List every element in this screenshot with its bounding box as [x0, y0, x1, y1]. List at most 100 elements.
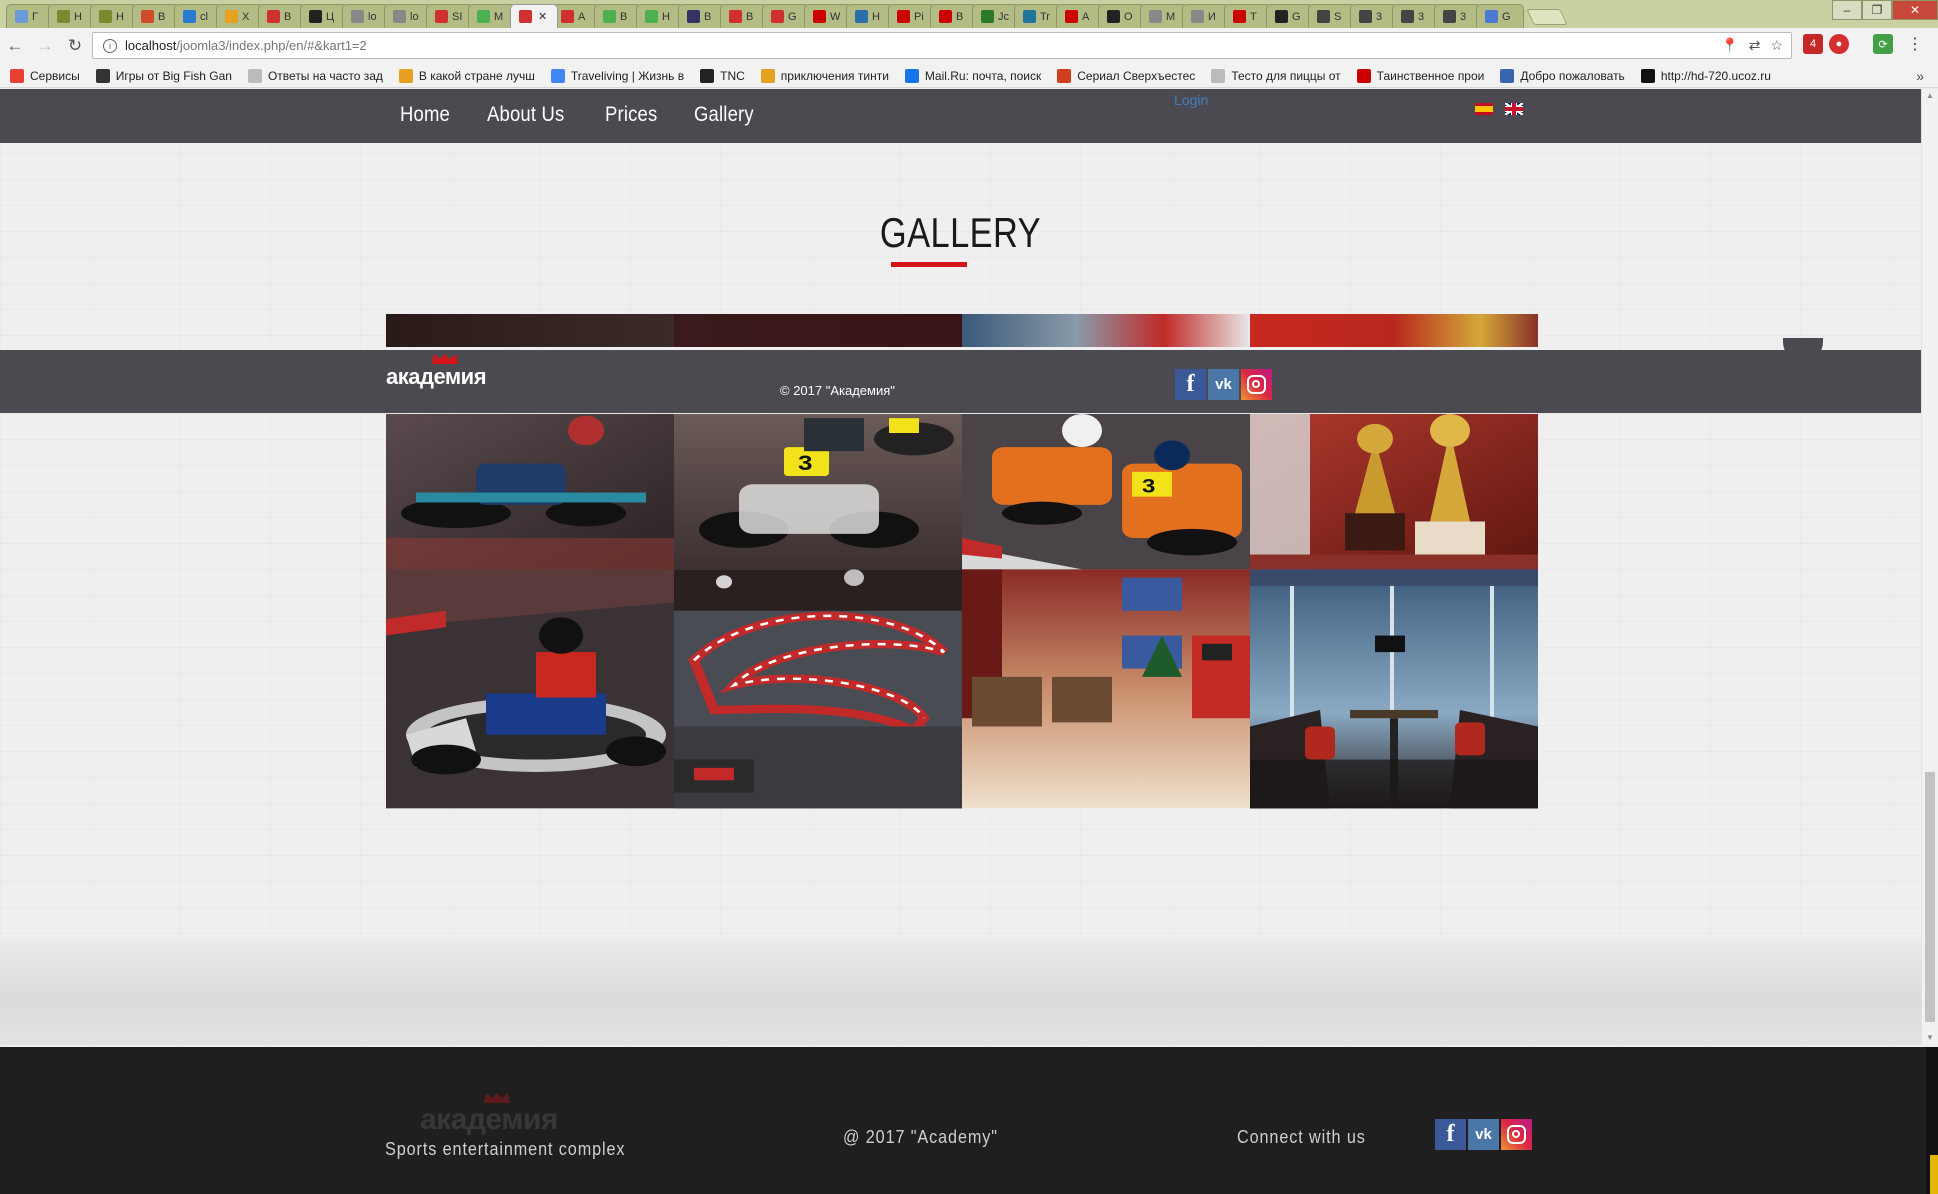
- browser-tab[interactable]: 3: [1392, 4, 1440, 28]
- footer-vk-icon[interactable]: vk: [1468, 1119, 1499, 1150]
- bookmark-item[interactable]: Таинственное прои: [1356, 68, 1484, 83]
- gallery-photo-8[interactable]: [1250, 569, 1538, 809]
- gallery-photo-2[interactable]: 3: [674, 414, 962, 570]
- login-link[interactable]: Login: [1174, 92, 1208, 108]
- browser-tab[interactable]: G: [762, 4, 810, 28]
- browser-tab[interactable]: 3: [1350, 4, 1398, 28]
- gallery-strip-photo-2[interactable]: [674, 314, 962, 347]
- browser-tab[interactable]: В: [258, 4, 306, 28]
- browser-tab[interactable]: Tr: [1014, 4, 1062, 28]
- browser-tab[interactable]: B: [678, 4, 726, 28]
- bookmark-star-icon[interactable]: ☆: [1770, 37, 1783, 54]
- scroll-top-tab[interactable]: [1783, 338, 1823, 362]
- scroll-down-icon[interactable]: ▼: [1926, 1033, 1934, 1042]
- nav-about-us[interactable]: About Us: [487, 103, 564, 127]
- nav-home[interactable]: Home: [400, 103, 450, 127]
- browser-tab[interactable]: SI: [426, 4, 474, 28]
- instagram-icon[interactable]: [1241, 369, 1272, 400]
- bookmark-item[interactable]: Тесто для пиццы от: [1211, 68, 1341, 83]
- browser-tab[interactable]: H: [636, 4, 684, 28]
- bookmark-item[interactable]: Mail.Ru: почта, поиск: [904, 68, 1041, 83]
- nav-prices[interactable]: Prices: [605, 103, 657, 127]
- browser-tab[interactable]: G: [1476, 4, 1524, 28]
- footer-instagram-icon[interactable]: [1501, 1119, 1532, 1150]
- menu-dots-icon[interactable]: ⋮: [1905, 34, 1925, 54]
- tab-favicon-icon: [1317, 10, 1330, 23]
- footer-facebook-icon[interactable]: f: [1435, 1119, 1466, 1150]
- browser-tab[interactable]: M: [468, 4, 516, 28]
- gallery-photo-6[interactable]: [674, 569, 962, 809]
- bookmark-item[interactable]: Traveliving | Жизнь в: [550, 68, 684, 83]
- bookmark-item[interactable]: Сериал Сверхъестес: [1057, 68, 1195, 83]
- browser-tab[interactable]: B: [720, 4, 768, 28]
- scroll-up-icon[interactable]: ▲: [1926, 91, 1934, 100]
- bookmark-item[interactable]: Сервисы: [10, 68, 80, 83]
- reload-icon[interactable]: ↻: [60, 36, 90, 56]
- browser-tab[interactable]: cl: [174, 4, 222, 28]
- page-scrollbar[interactable]: ▲ ▼: [1921, 89, 1938, 1044]
- english-flag-icon[interactable]: [1505, 103, 1523, 115]
- gallery-photo-7[interactable]: [962, 569, 1250, 809]
- vk-icon[interactable]: vk: [1208, 369, 1239, 400]
- close-tab-icon[interactable]: ✕: [538, 10, 547, 23]
- facebook-icon[interactable]: f: [1175, 369, 1206, 400]
- academy-logo[interactable]: академия: [386, 354, 487, 390]
- bookmark-item[interactable]: Ответы на часто зад: [247, 68, 383, 83]
- gallery-strip-photo-1[interactable]: [386, 314, 674, 347]
- bookmark-item[interactable]: Игры от Big Fish Gan: [95, 68, 232, 83]
- browser-tab[interactable]: H: [846, 4, 894, 28]
- close-window-button[interactable]: ✕: [1892, 0, 1938, 20]
- browser-tab[interactable]: T: [1224, 4, 1272, 28]
- browser-tab[interactable]: 3: [1434, 4, 1482, 28]
- browser-tab[interactable]: Н: [48, 4, 96, 28]
- minimize-button[interactable]: –: [1832, 0, 1862, 20]
- maximize-button[interactable]: ❐: [1862, 0, 1892, 20]
- more-bookmarks-icon[interactable]: »: [1916, 68, 1924, 84]
- browser-tab[interactable]: Н: [90, 4, 138, 28]
- browser-tab[interactable]: W: [804, 4, 852, 28]
- forward-icon[interactable]: →: [30, 36, 60, 56]
- scrollbar-thumb[interactable]: [1925, 772, 1935, 1022]
- browser-tab[interactable]: lo: [384, 4, 432, 28]
- browser-tab[interactable]: S: [1308, 4, 1356, 28]
- browser-tab[interactable]: lo: [342, 4, 390, 28]
- browser-tab[interactable]: Ц: [300, 4, 348, 28]
- browser-tab[interactable]: B: [930, 4, 978, 28]
- gallery-photo-4[interactable]: [1250, 414, 1538, 570]
- browser-tab[interactable]: Jc: [972, 4, 1020, 28]
- browser-tab[interactable]: В: [132, 4, 180, 28]
- browser-tab[interactable]: ✕: [510, 4, 558, 28]
- bookmark-item[interactable]: TNC: [700, 68, 745, 83]
- gallery-photo-3[interactable]: 3: [962, 414, 1250, 570]
- bookmark-item[interactable]: Добро пожаловать: [1500, 68, 1625, 83]
- browser-tab[interactable]: A: [552, 4, 600, 28]
- spanish-flag-icon[interactable]: [1475, 103, 1493, 115]
- browser-tab[interactable]: G: [1266, 4, 1314, 28]
- back-icon[interactable]: ←: [0, 36, 30, 56]
- info-icon[interactable]: i: [103, 38, 117, 53]
- browser-tab[interactable]: A: [1056, 4, 1104, 28]
- tab-title: B: [746, 10, 754, 23]
- browser-tab[interactable]: B: [594, 4, 642, 28]
- browser-tab[interactable]: Pi: [888, 4, 936, 28]
- browser-tab[interactable]: Г: [6, 4, 54, 28]
- url-input[interactable]: i localhost/joomla3/index.php/en/#&kart1…: [92, 32, 1792, 59]
- extension-lastpass-icon[interactable]: ●: [1829, 34, 1849, 54]
- bookmark-item[interactable]: приключения тинти: [760, 68, 889, 83]
- new-tab-button[interactable]: [1526, 9, 1568, 25]
- pin-icon[interactable]: 📍: [1721, 37, 1738, 54]
- browser-tab[interactable]: X: [216, 4, 264, 28]
- extension-shield-icon[interactable]: 4: [1803, 34, 1823, 54]
- browser-tab[interactable]: O: [1098, 4, 1146, 28]
- gallery-photo-5[interactable]: [386, 569, 674, 809]
- translate-icon[interactable]: ⇄: [1749, 37, 1761, 54]
- gallery-strip-photo-4[interactable]: [1250, 314, 1538, 347]
- bookmark-item[interactable]: http://hd-720.ucoz.ru: [1640, 68, 1771, 83]
- extension-green-icon[interactable]: ⟳: [1873, 34, 1893, 54]
- browser-tab[interactable]: И: [1182, 4, 1230, 28]
- bookmark-item[interactable]: В какой стране лучш: [398, 68, 535, 83]
- browser-tab[interactable]: M: [1140, 4, 1188, 28]
- gallery-strip-photo-3[interactable]: [962, 314, 1250, 347]
- nav-gallery[interactable]: Gallery: [694, 103, 754, 127]
- gallery-photo-1[interactable]: [386, 414, 674, 570]
